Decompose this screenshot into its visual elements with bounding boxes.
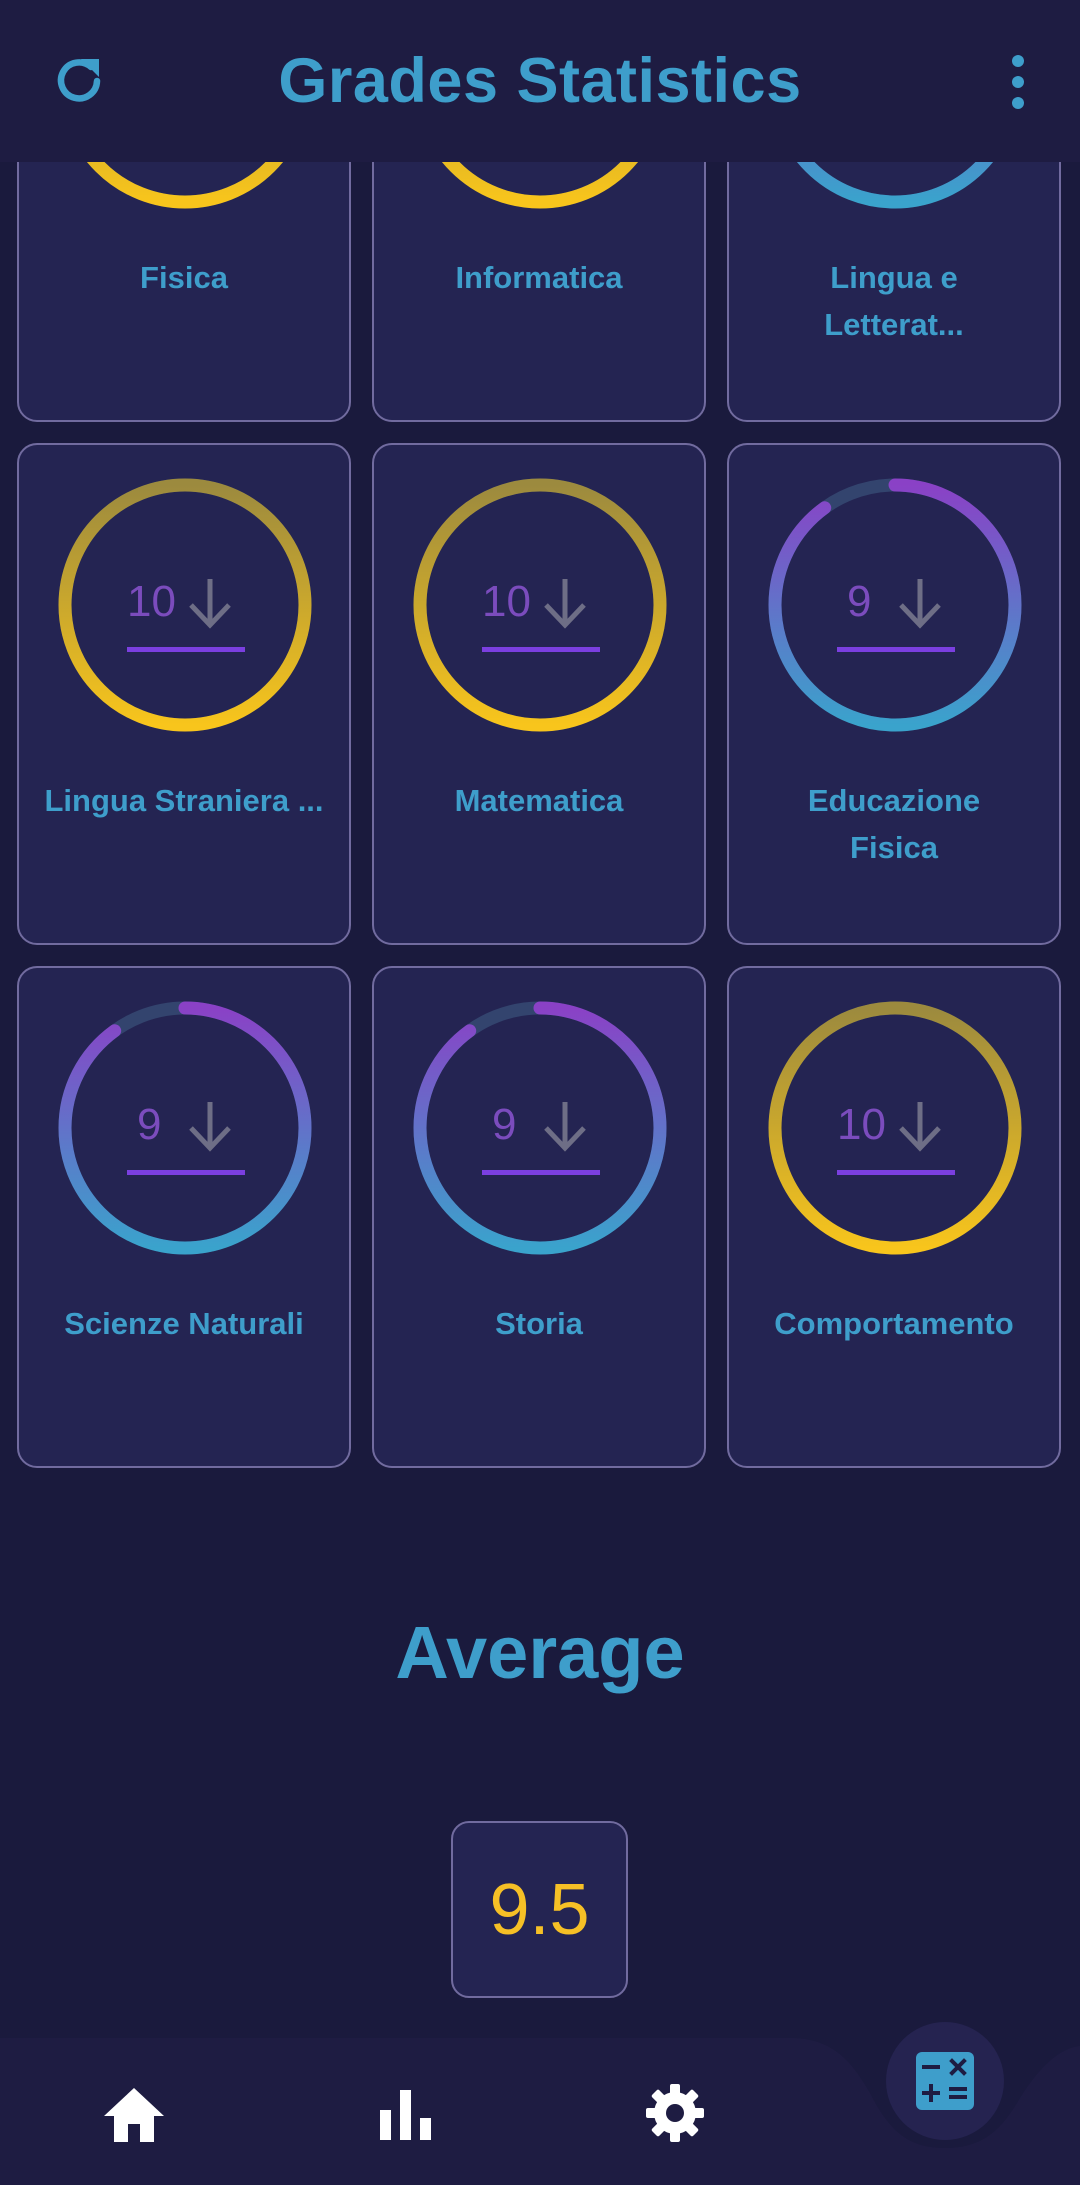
grade-value: 9 xyxy=(137,1100,162,1149)
subject-name: Comportamento xyxy=(774,1306,1014,1341)
subject-card[interactable]: 9 Educazione Fisica xyxy=(727,443,1061,945)
subject-name: Scienze Naturali xyxy=(64,1306,304,1341)
grade-underline xyxy=(127,647,245,652)
arrow-down-icon xyxy=(544,579,586,629)
arrow-down-icon xyxy=(189,1102,231,1152)
grade-value: 10 xyxy=(837,1100,886,1149)
subject-name: Educazione Fisica xyxy=(807,783,981,865)
grade-value: 9 xyxy=(847,577,872,626)
subject-card[interactable]: 9 Storia xyxy=(372,966,706,1468)
app-bar: Grades Statistics xyxy=(0,0,1080,162)
subject-name: Lingua e Letterat... xyxy=(824,260,964,342)
grade-underline xyxy=(482,1170,600,1175)
arrow-down-icon xyxy=(899,1102,941,1152)
refresh-icon[interactable] xyxy=(48,50,110,112)
arrow-down-icon xyxy=(544,1102,586,1152)
grade-value: 10 xyxy=(482,577,531,626)
arrow-down-icon xyxy=(899,579,941,629)
page-title: Grades Statistics xyxy=(278,46,802,116)
subject-name: Informatica xyxy=(455,260,623,295)
subject-name: Storia xyxy=(495,1306,583,1341)
arrow-down-icon xyxy=(189,579,231,629)
grade-underline xyxy=(482,647,600,652)
grade-underline xyxy=(837,647,955,652)
average-title: Average xyxy=(395,1611,685,1694)
subject-card[interactable]: 10 Matematica xyxy=(372,443,706,945)
more-vert-icon[interactable] xyxy=(998,52,1038,112)
home-icon[interactable] xyxy=(102,2086,166,2144)
grade-underline xyxy=(127,1170,245,1175)
subject-name: Matematica xyxy=(454,783,624,818)
bar-chart-icon[interactable] xyxy=(380,2088,432,2140)
subject-card[interactable]: 10 Lingua Straniera ... xyxy=(17,443,351,945)
average-value: 9.5 xyxy=(451,1821,628,1998)
subject-name: Lingua Straniera ... xyxy=(44,783,324,818)
grade-value: 9 xyxy=(492,1100,517,1149)
settings-icon[interactable] xyxy=(644,2082,706,2144)
subject-card[interactable]: 10 Comportamento xyxy=(727,966,1061,1468)
subject-card[interactable]: 9 Scienze Naturali xyxy=(17,966,351,1468)
grade-underline xyxy=(837,1170,955,1175)
subjects-grid: 10 Fisica 10 Informatica 9 Lingua e Lett… xyxy=(0,0,1080,1480)
calculator-fab[interactable] xyxy=(886,2022,1004,2140)
calculator-icon xyxy=(916,2052,974,2110)
grade-value: 10 xyxy=(127,577,176,626)
subject-name: Fisica xyxy=(140,260,228,295)
